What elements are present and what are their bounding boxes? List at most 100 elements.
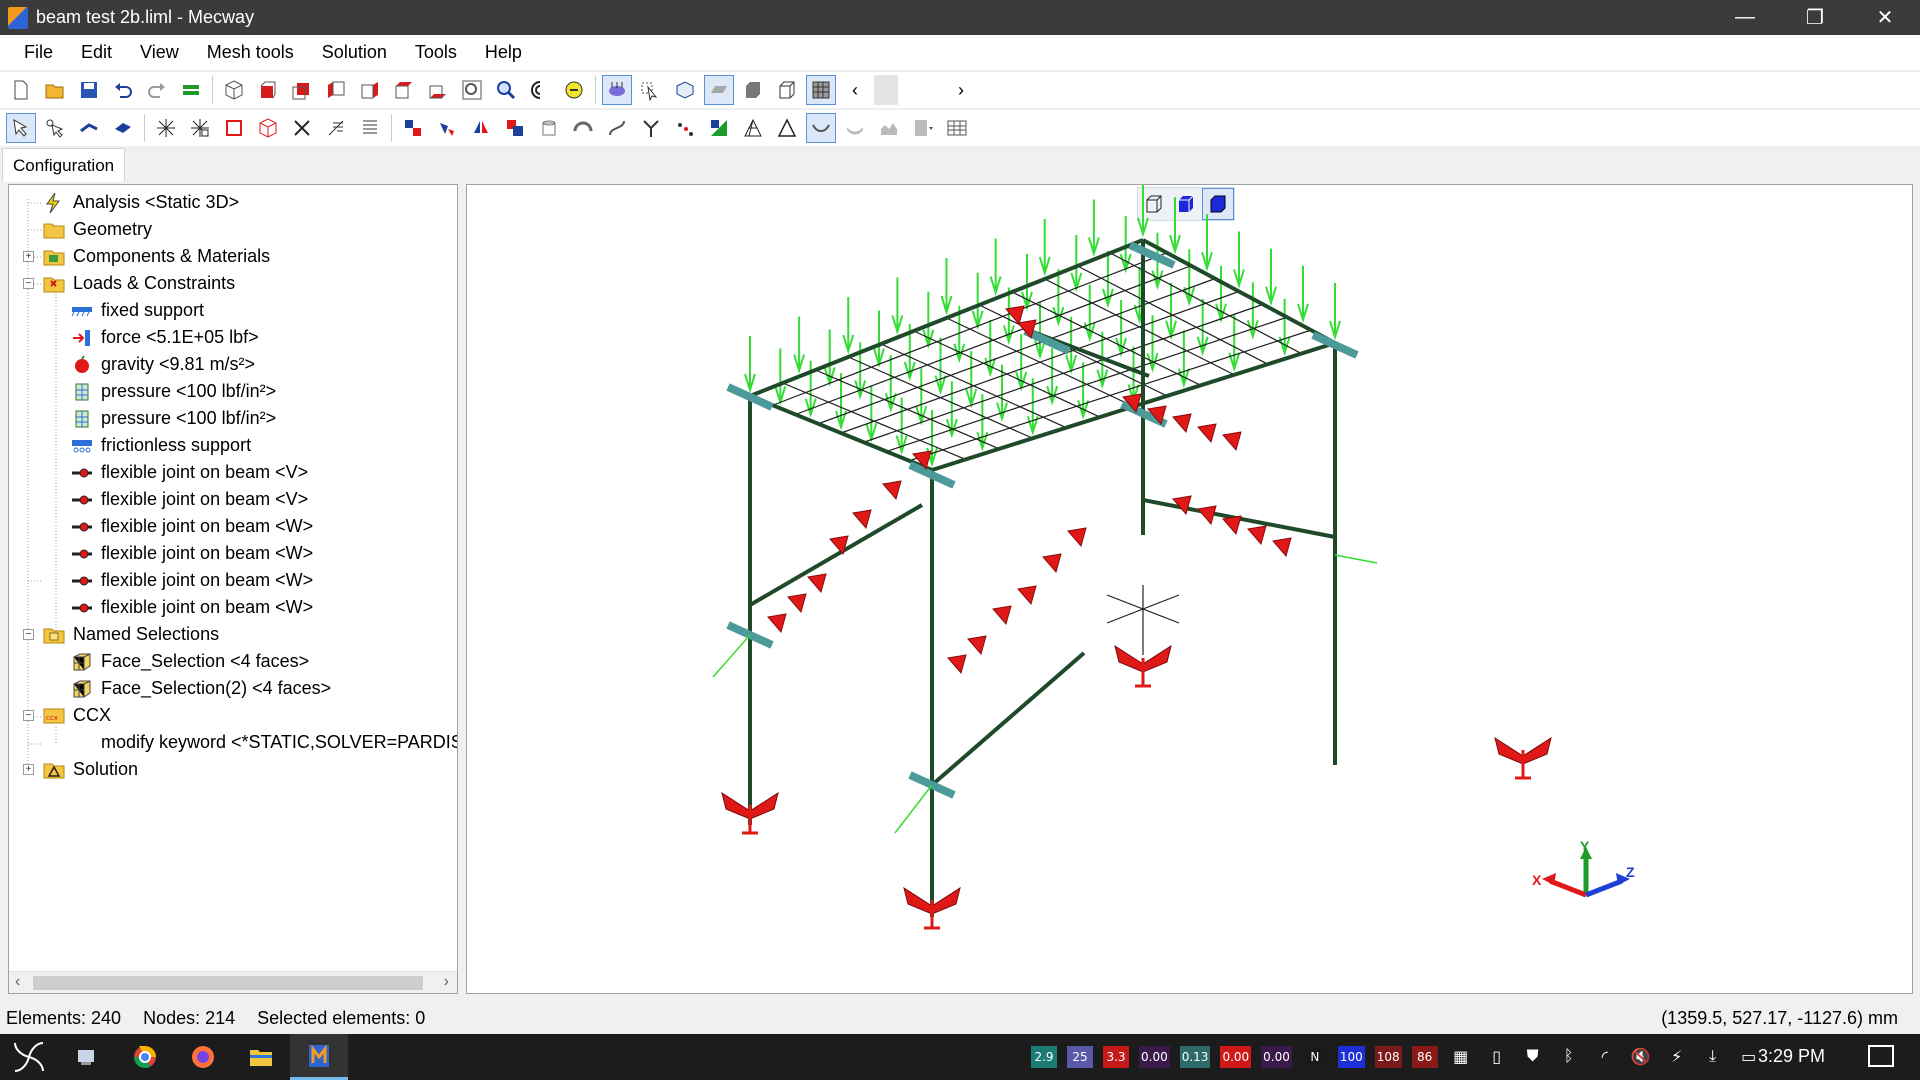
tree-item-flexible-joint-4[interactable]: flexible joint on beam <W>	[9, 540, 457, 567]
tray-monitor-badge[interactable]: N	[1301, 1046, 1328, 1068]
redo-button[interactable]	[142, 75, 172, 105]
taskbar-chrome[interactable]	[116, 1034, 174, 1080]
shaded-view-button[interactable]	[704, 75, 734, 105]
tree-item-face-selection-2[interactable]: Face_Selection(2) <4 faces>	[9, 675, 457, 702]
mirror-button[interactable]	[466, 113, 496, 143]
toolbar-scroll-right[interactable]: ›	[946, 75, 976, 105]
view-right-button[interactable]	[355, 75, 385, 105]
zoom-window-button[interactable]	[457, 75, 487, 105]
scale-button[interactable]	[500, 113, 530, 143]
expand-plus-icon[interactable]: +	[23, 251, 34, 262]
select-mode-button[interactable]	[636, 75, 666, 105]
rectangle-select-button[interactable]	[219, 113, 249, 143]
sweep-button[interactable]	[602, 113, 632, 143]
show-loads-button[interactable]	[602, 75, 632, 105]
new-file-button[interactable]	[6, 75, 36, 105]
contact-button[interactable]	[874, 113, 904, 143]
zoom-button[interactable]	[491, 75, 521, 105]
move-button[interactable]	[398, 113, 428, 143]
layers-button[interactable]	[176, 75, 206, 105]
zoom-fit-button[interactable]	[559, 75, 589, 105]
view-front-button[interactable]	[253, 75, 283, 105]
tray-monitor-badge[interactable]: 0.00	[1220, 1046, 1252, 1068]
view-bottom-button[interactable]	[423, 75, 453, 105]
tray-monitor-badge[interactable]: 0.13	[1179, 1046, 1211, 1068]
transparency-button[interactable]	[670, 75, 700, 105]
collapse-minus-icon[interactable]: −	[23, 710, 34, 721]
close-button[interactable]: ✕	[1850, 0, 1920, 35]
select-element-button[interactable]	[6, 113, 36, 143]
tree-item-flexible-joint-1[interactable]: flexible joint on beam <V>	[9, 459, 457, 486]
tree-item-force[interactable]: force <5.1E+05 lbf>	[9, 324, 457, 351]
mesh-view-button[interactable]	[806, 75, 836, 105]
view-iso-button[interactable]	[219, 75, 249, 105]
tab-configuration[interactable]: Configuration	[2, 148, 126, 182]
menu-view[interactable]: View	[126, 42, 193, 63]
nodes-box-button[interactable]	[185, 113, 215, 143]
tray-monitor-badge[interactable]: 86	[1411, 1046, 1438, 1068]
tree-item-frictionless-support[interactable]: frictionless support	[9, 432, 457, 459]
menu-tools[interactable]: Tools	[401, 42, 471, 63]
notifications-icon[interactable]	[1868, 1045, 1894, 1067]
view-top-button[interactable]	[389, 75, 419, 105]
select-node-button[interactable]	[40, 113, 70, 143]
tree-item-pressure-1[interactable]: pressure <100 lbf/in²>	[9, 378, 457, 405]
tray-monitor-badge[interactable]: 2.9	[1031, 1046, 1057, 1068]
tree-item-flexible-joint-2[interactable]: flexible joint on beam <V>	[9, 486, 457, 513]
expand-plus-icon[interactable]: +	[23, 764, 34, 775]
view-back-button[interactable]	[287, 75, 317, 105]
split-button[interactable]	[636, 113, 666, 143]
tree-item-named-selections[interactable]: − Named Selections	[9, 621, 457, 648]
tree-item-flexible-joint-6[interactable]: flexible joint on beam <W>	[9, 594, 457, 621]
taskbar-file-explorer[interactable]	[232, 1034, 290, 1080]
tree-item-geometry[interactable]: Geometry	[9, 216, 457, 243]
tree-horizontal-scrollbar[interactable]: ‹ ›	[9, 971, 457, 993]
collapse-minus-icon[interactable]: −	[23, 629, 34, 640]
scroll-right-arrow-icon[interactable]: ›	[444, 973, 449, 991]
rotate-button[interactable]	[525, 75, 555, 105]
box-select-button[interactable]	[253, 113, 283, 143]
tree-item-components[interactable]: + Components & Materials	[9, 243, 457, 270]
tree-item-modify-keyword[interactable]: modify keyword <*STATIC,SOLVER=PARDISO>	[9, 729, 457, 756]
tray-monitor-badge[interactable]: 100	[1337, 1046, 1365, 1068]
save-button[interactable]	[74, 75, 104, 105]
tree-item-ccx[interactable]: − ccx CCX	[9, 702, 457, 729]
wifi-icon[interactable]: ◜	[1590, 1042, 1620, 1072]
wireframe-view-button[interactable]	[772, 75, 802, 105]
tree-item-gravity[interactable]: gravity <9.81 m/s²>	[9, 351, 457, 378]
tetra-button[interactable]	[738, 113, 768, 143]
shield-icon[interactable]: ⛊	[1518, 1042, 1548, 1072]
nodes-display-button[interactable]	[151, 113, 181, 143]
scroll-left-arrow-icon[interactable]: ‹	[15, 973, 20, 991]
table-button[interactable]	[355, 113, 385, 143]
solid-view-button[interactable]	[738, 75, 768, 105]
tray-monitor-badge[interactable]: 0.00	[1139, 1046, 1170, 1068]
menu-solution[interactable]: Solution	[308, 42, 401, 63]
rotate-elements-button[interactable]	[432, 113, 462, 143]
tree-item-face-selection[interactable]: Face_Selection <4 faces>	[9, 648, 457, 675]
align-button[interactable]	[321, 113, 351, 143]
select-face-button[interactable]	[108, 113, 138, 143]
surface-button[interactable]	[806, 113, 836, 143]
tray-monitor-badge[interactable]: 25	[1067, 1046, 1093, 1068]
taskbar-clock[interactable]: 3:29 PM	[1758, 1046, 1825, 1067]
download-icon[interactable]: ⤓	[1698, 1042, 1728, 1072]
table-view-button[interactable]	[942, 113, 972, 143]
start-button[interactable]	[0, 1034, 58, 1080]
tree-item-loads[interactable]: − Loads & Constraints	[9, 270, 457, 297]
undo-button[interactable]	[108, 75, 138, 105]
extrude-button[interactable]	[534, 113, 564, 143]
tray-monitor-badge[interactable]: 0.00	[1261, 1046, 1292, 1068]
grid-dropdown-button[interactable]	[908, 113, 938, 143]
3d-viewport[interactable]: Y X Z	[466, 184, 1913, 994]
revolve-button[interactable]	[568, 113, 598, 143]
tray-monitor-badge[interactable]: 108	[1374, 1046, 1402, 1068]
taskbar-mecway[interactable]	[290, 1034, 348, 1080]
tree-item-analysis[interactable]: Analysis <Static 3D>	[9, 189, 457, 216]
minimize-button[interactable]: —	[1710, 0, 1780, 35]
tree-item-flexible-joint-3[interactable]: flexible joint on beam <W>	[9, 513, 457, 540]
bluetooth-icon[interactable]: ᛒ	[1554, 1042, 1584, 1072]
collapse-minus-icon[interactable]: −	[23, 278, 34, 289]
refine-button[interactable]	[704, 113, 734, 143]
tree-item-flexible-joint-5[interactable]: flexible joint on beam <W>	[9, 567, 457, 594]
